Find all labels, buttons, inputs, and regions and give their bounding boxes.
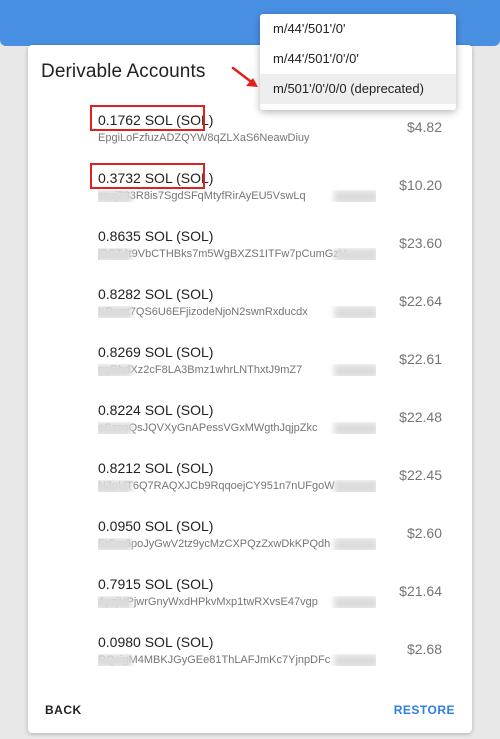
account-value: $2.60 — [406, 525, 442, 541]
account-balance: 0.8635 SOL (SOL) — [98, 228, 214, 244]
highlight-box — [90, 163, 205, 189]
account-address: AyzjHPjwrGnyWxdHPkvMxp1twRXvsE47vgp — [98, 596, 376, 608]
account-item[interactable]: 0.0950 SOL (SOL) FtCm6poJyGwV2tz9ycMzCXP… — [28, 506, 472, 564]
account-balance: 0.8282 SOL (SOL) — [98, 286, 214, 302]
account-balance: 0.0950 SOL (SOL) — [98, 518, 214, 534]
account-address: N7pUT6Q7RAQXJCb9RqqoejCY951n7nUFgoW — [98, 480, 376, 492]
account-item[interactable]: 0.8635 SOL (SOL) jDST4t9VbCTHBks7m5WgBXZ… — [28, 216, 472, 274]
account-value: $23.60 — [399, 235, 442, 251]
account-value: $22.48 — [399, 409, 442, 425]
account-balance: 0.8269 SOL (SOL) — [98, 344, 214, 360]
account-value: $22.61 — [399, 351, 442, 367]
account-address: ggRbdXz2cF8LA3Bmz1whrLNThxtJ9mZ7 — [98, 364, 376, 376]
account-address: EpgiLoFzfuzADZQYW8qZLXaS6NeawDiuy — [98, 132, 310, 144]
red-arrow-icon — [231, 66, 258, 87]
account-address: jDST4t9VbCTHBks7m5WgBXZS1ITFw7pCumGzV — [98, 248, 376, 260]
account-balance: 0.8224 SOL (SOL) — [98, 402, 214, 418]
account-balance: 0.8212 SOL (SOL) — [98, 460, 214, 476]
account-item[interactable]: 0.7915 SOL (SOL) AyzjHPjwrGnyWxdHPkvMxp1… — [28, 564, 472, 622]
back-button[interactable]: BACK — [45, 703, 82, 717]
account-item[interactable]: 0.8269 SOL (SOL) ggRbdXz2cF8LA3Bmz1whrLN… — [28, 332, 472, 390]
accounts-list: 0.1762 SOL (SOL) EpgiLoFzfuzADZQYW8qZLXa… — [28, 100, 472, 680]
account-item[interactable]: 0.8282 SOL (SOL) KPwet7QS6U6EFjizodeNjoN… — [28, 274, 472, 332]
restore-button[interactable]: RESTORE — [394, 703, 455, 717]
account-item[interactable]: 0.8224 SOL (SOL) eSzsoQsJQVXyGnAPessVGxM… — [28, 390, 472, 448]
derivable-accounts-card: Derivable Accounts 0.1762 SOL (SOL) Epgi… — [28, 45, 472, 733]
account-value: $21.64 — [399, 583, 442, 599]
account-value: $22.45 — [399, 467, 442, 483]
account-balance: 0.7915 SOL (SOL) — [98, 576, 214, 592]
account-address: eSzsoQsJQVXyGnAPessVGxMWgthJqjpZkc — [98, 422, 376, 434]
account-address: KPwet7QS6U6EFjizodeNjoN2swnRxducdx — [98, 306, 376, 318]
derivation-path-menu: m/44'/501'/0' m/44'/501'/0'/0' m/501'/0'… — [260, 14, 456, 110]
menu-item-m44-501-0-0[interactable]: m/44'/501'/0'/0' — [260, 44, 456, 74]
account-item[interactable]: 0.8212 SOL (SOL) N7pUT6Q7RAQXJCb9RqqoejC… — [28, 448, 472, 506]
account-address: FtCm6poJyGwV2tz9ycMzCXPQzZxwDkKPQdh — [98, 538, 376, 550]
account-address: ssuj733R8is7SgdSFqMtyfRirAyEU5VswLq — [98, 190, 376, 202]
account-value: $10.20 — [399, 177, 442, 193]
menu-item-m44-501-0[interactable]: m/44'/501'/0' — [260, 14, 456, 44]
menu-item-m501-deprecated[interactable]: m/501'/0'/0/0 (deprecated) — [260, 74, 456, 104]
account-value: $4.82 — [406, 119, 442, 135]
highlight-box — [90, 105, 205, 131]
account-balance: 0.0980 SOL (SOL) — [98, 634, 214, 650]
account-value: $2.68 — [406, 641, 442, 657]
card-title: Derivable Accounts — [41, 61, 206, 82]
account-value: $22.64 — [399, 293, 442, 309]
account-item[interactable]: 0.0980 SOL (SOL) RQcigM4MBKJGyGEe81ThLAF… — [28, 622, 472, 680]
account-item[interactable]: 0.3732 SOL (SOL) ssuj733R8is7SgdSFqMtyfR… — [28, 158, 472, 216]
account-address: RQcigM4MBKJGyGEe81ThLAFJmKc7YjnpDFc — [98, 654, 376, 666]
